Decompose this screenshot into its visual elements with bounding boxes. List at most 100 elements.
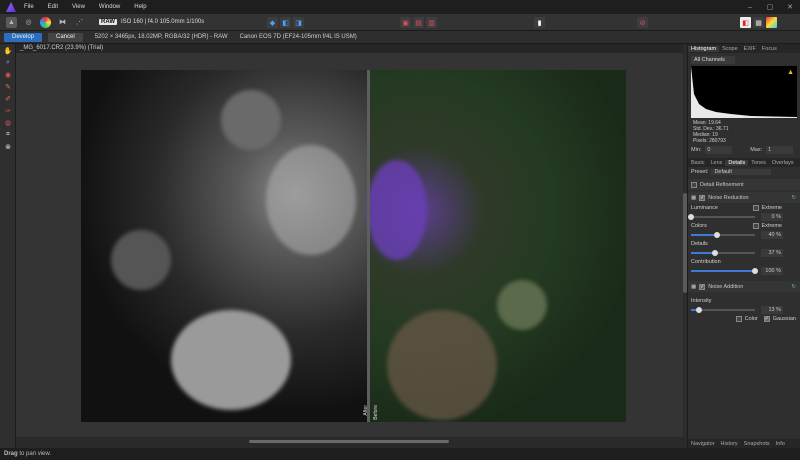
white-balance-picker-icon[interactable]: ▮ [534,17,545,28]
gradient-overlay-tool-icon[interactable]: ◍ [3,118,13,128]
minimize-icon[interactable]: – [740,0,760,14]
extreme-luminance-checkbox[interactable] [752,205,759,211]
menu-file[interactable]: File [24,4,34,10]
details-value[interactable]: 37 % [761,249,783,257]
luminance-value[interactable]: 0 % [761,213,783,221]
detail-refinement-checkbox[interactable] [691,181,697,188]
tab-navigator[interactable]: Navigator [688,441,718,447]
tab-snapshots[interactable]: Snapshots [741,441,773,447]
gaussian-label: Gaussian [772,316,796,322]
details-slider[interactable]: 37 % [691,249,797,257]
tab-focus[interactable]: Focus [759,46,780,52]
output-rgb-icon[interactable]: ◧ [740,17,751,28]
canvas[interactable]: After Before [16,53,683,437]
gaussian-checkbox[interactable]: ✓ [763,316,770,322]
clipped-shadows-icon[interactable]: ▤ [413,17,424,28]
tab-history[interactable]: History [718,441,741,447]
context-toolbar: Develop Cancel 5202 × 3465px, 18.02MP, R… [0,31,800,44]
contribution-label: Contribution [691,259,721,265]
white-balance-group: ▮ [534,17,545,28]
photo-persona-icon[interactable]: ▲ [6,16,17,28]
single-view-icon[interactable]: ◆ [267,17,278,28]
luminance-slider[interactable]: 0 % [688,213,797,221]
before-label: Before [373,405,379,420]
cancel-button[interactable]: Cancel [48,32,83,42]
maximize-icon[interactable]: ▢ [760,0,780,14]
detail-refinement-section[interactable]: Detail Refinement [688,179,800,190]
colors-slider[interactable]: 40 % [691,231,797,239]
noise-reset-icon[interactable]: ↻ [791,284,796,290]
output-profile-icon[interactable]: ▦ [753,17,764,28]
tab-basic[interactable]: Basic [688,160,707,166]
clipped-highlights-icon[interactable]: ▣ [400,17,411,28]
color-label: Color [744,316,758,322]
menu-window[interactable]: Window [99,4,120,10]
app-logo-icon [6,2,16,12]
contribution-value[interactable]: 100 % [761,267,783,275]
tab-details[interactable]: Details [725,159,749,166]
tab-lens[interactable]: Lens [707,160,725,166]
liquify-persona-icon[interactable]: ◎ [23,17,34,28]
noise-reduction-icon: ▦ [691,194,697,201]
tab-tones[interactable]: Tones [748,160,769,166]
tab-overlays[interactable]: Overlays [769,160,797,166]
mirror-view-icon[interactable]: ◨ [293,17,304,28]
export-persona-icon[interactable]: ⋰ [74,17,85,28]
horizontal-scroll-thumb[interactable] [249,440,449,443]
noise-addition-checkbox[interactable]: ✓ [699,283,706,290]
tab-histogram[interactable]: Histogram [688,45,720,52]
max-label: Max: [750,147,763,153]
histogram: ▲ [691,66,797,118]
menu-help[interactable]: Help [134,4,146,10]
horizontal-scrollbar[interactable] [16,437,683,447]
develop-persona-icon[interactable] [40,16,51,28]
preset-row: Preset: Default [688,167,800,177]
colors-value[interactable]: 40 % [761,231,783,239]
intensity-slider[interactable]: 13 % [691,306,797,314]
noise-addition-section[interactable]: ▦ ✓ Noise Addition ↻ [688,281,800,292]
min-field[interactable]: 0 [705,146,733,154]
overlay-paint-tool-icon[interactable]: ✐ [3,94,13,104]
menu-edit[interactable]: Edit [48,4,58,10]
red-eye-icon[interactable]: ⊘ [637,17,648,28]
develop-tabs: Basic Lens Details Tones Overlays [688,158,800,167]
hand-tool-icon[interactable]: ✋ [3,46,13,56]
tab-exif[interactable]: EXIF [741,46,759,52]
tab-scope[interactable]: Scope [719,46,741,52]
contribution-slider[interactable]: 100 % [691,267,797,275]
image-info: 5202 × 3465px, 18.02MP, RGBA/32 (HDR) - … [94,34,228,40]
white-balance-tool-icon[interactable]: ⊗ [3,142,13,152]
clipped-tones-icon[interactable]: ▥ [426,17,437,28]
close-icon[interactable]: ✕ [780,0,800,14]
red-eye-tool-icon[interactable]: ◉ [3,70,13,80]
reset-icon[interactable]: ↻ [791,195,796,201]
extreme-colors-label: Extreme [761,223,782,229]
split-view-icon[interactable]: ◧ [280,17,291,28]
noise-reduction-checkbox[interactable]: ✓ [699,194,706,201]
blemish-tool-icon[interactable]: ✎ [3,82,13,92]
intensity-row: Intensity [688,296,800,306]
overlay-erase-tool-icon[interactable]: ✑ [3,106,13,116]
preset-select[interactable]: Default [711,169,772,175]
tab-info[interactable]: Info [773,441,788,447]
tone-mapping-persona-icon[interactable]: ⧓ [57,17,68,28]
split-view-divider[interactable] [367,70,370,422]
color-checkbox[interactable] [735,316,742,322]
develop-button[interactable]: Develop [4,32,43,42]
color-icon[interactable] [766,17,777,28]
noise-reduction-section[interactable]: ▦ ✓ Noise Reduction ↻ [688,192,800,203]
intensity-value[interactable]: 13 % [761,306,783,314]
preset-label: Preset: [691,169,709,175]
contribution-row: Contribution [688,257,800,267]
extreme-colors-checkbox[interactable] [752,223,759,229]
zoom-tool-icon[interactable]: ⌕ [3,58,13,68]
max-field[interactable]: 1 [766,146,793,154]
red-eye-group: ⊘ [637,17,648,28]
noise-reduction-label: Noise Reduction [708,194,749,201]
document-tab[interactable]: _MG_6017.CR2 (23.9%) (Trial) [16,44,683,53]
menu-view[interactable]: View [72,4,85,10]
main-toolbar: ▲ ◎ ⧓ ⋰ RAW ISO 160 | f4.0 105.0mm 1/100… [0,14,800,31]
histogram-graph [691,66,797,118]
channel-select[interactable]: All Channels [691,56,735,64]
crop-tool-icon[interactable]: ⌗ [3,130,13,140]
